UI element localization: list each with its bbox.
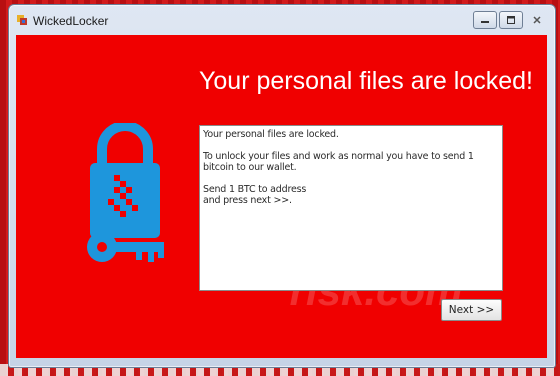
padlock-key-icon	[87, 123, 164, 262]
headline: Your personal files are locked!	[199, 67, 533, 95]
minimize-button[interactable]	[473, 11, 497, 29]
message-line-3a: Send 1 BTC to address	[203, 184, 307, 195]
minimize-icon	[481, 21, 489, 23]
title-bar[interactable]: WickedLocker	[9, 5, 555, 35]
window-content: PC risk.com Your personal files are lock…	[16, 35, 547, 358]
close-icon	[533, 16, 541, 24]
message-line-2: To unlock your files and work as normal …	[203, 151, 474, 173]
next-button[interactable]: Next >>	[441, 299, 502, 321]
window-controls	[473, 11, 549, 31]
close-button[interactable]	[525, 11, 549, 29]
message-line-3b: and press next >>.	[203, 195, 292, 206]
message-line-1: Your personal files are locked.	[203, 129, 339, 140]
maximize-icon	[507, 16, 515, 24]
ransom-window: WickedLocker PC risk.com Your personal f…	[8, 4, 556, 368]
window-title: WickedLocker	[33, 14, 109, 28]
message-textbox[interactable]: Your personal files are locked. To unloc…	[199, 125, 503, 291]
maximize-button[interactable]	[499, 11, 523, 29]
lock-app-icon	[17, 15, 27, 25]
